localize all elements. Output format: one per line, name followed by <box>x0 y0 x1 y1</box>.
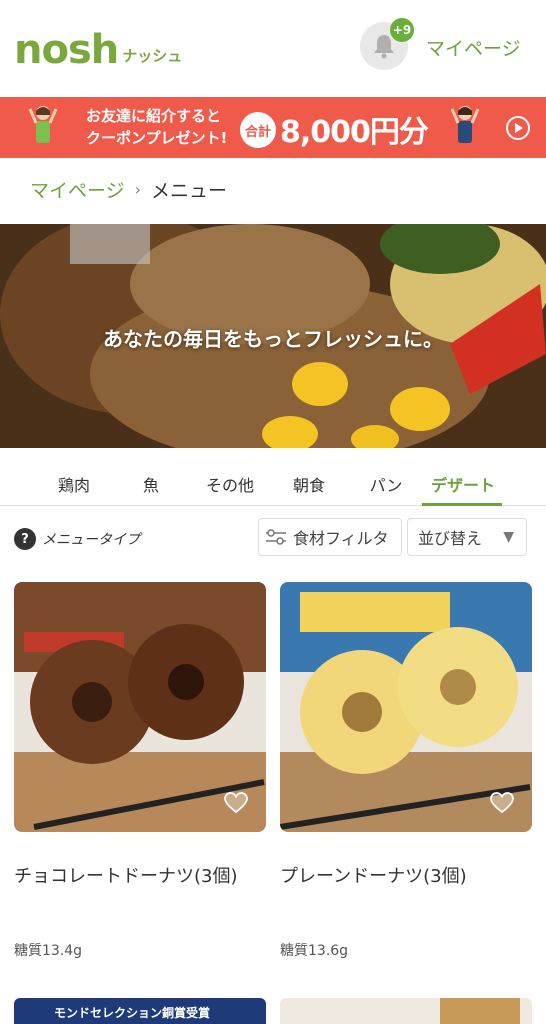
product-image <box>280 582 532 832</box>
sort-label: 並び替え <box>418 529 483 548</box>
product-carb: 糖質13.4g <box>14 943 83 959</box>
category-tabs: 鶏肉 魚 その他 朝食 パン デザート <box>0 458 546 506</box>
triangle-down-icon: ▼ <box>503 529 514 545</box>
referral-banner[interactable]: お友達に紹介すると クーポンプレゼント! 合計 8,000円分 <box>0 97 546 158</box>
logo-subtext: ナッシュ <box>122 47 183 65</box>
play-icon[interactable] <box>504 114 532 142</box>
person-illustration-icon <box>28 106 58 143</box>
heart-icon[interactable] <box>490 792 514 814</box>
logo-text: nosh <box>14 27 119 73</box>
tab-fish[interactable]: 魚 <box>136 472 166 496</box>
chevron-right-icon: › <box>134 180 142 199</box>
breadcrumb-current: メニュー <box>151 180 228 202</box>
menu-type-help[interactable]: ? メニュータイプ <box>14 528 140 550</box>
tab-dessert[interactable]: デザート <box>424 472 502 496</box>
banner-total-badge: 合計 <box>240 112 276 148</box>
active-tab-indicator <box>422 503 502 506</box>
app-header: nosh ナッシュ +9 マイページ <box>0 0 546 96</box>
tab-other[interactable]: その他 <box>202 472 258 496</box>
question-icon: ? <box>14 528 36 550</box>
tab-breakfast[interactable]: 朝食 <box>288 472 330 496</box>
person-illustration-icon <box>450 106 480 143</box>
banner-amount: 8,000円分 <box>280 115 429 150</box>
ingredient-filter-label: 食材フィルタ <box>293 529 389 548</box>
product-award-label: モンドセレクション銅賞受賞 <box>54 1006 211 1020</box>
hero-image: あなたの毎日をもっとフレッシュに。 <box>0 224 546 448</box>
sort-select[interactable]: 並び替え ▼ <box>407 518 527 556</box>
breadcrumb: マイページ › メニュー <box>30 176 227 203</box>
product-card-partial[interactable] <box>280 998 532 1024</box>
breadcrumb-mypage-link[interactable]: マイページ <box>30 176 125 203</box>
banner-line1: お友達に紹介すると <box>86 107 222 125</box>
product-card[interactable]: プレーンドーナツ(3個) 糖質13.6g <box>280 582 532 972</box>
nosh-logo[interactable]: nosh ナッシュ <box>14 26 182 70</box>
banner-message: お友達に紹介すると クーポンプレゼント! <box>86 105 227 149</box>
product-carb: 糖質13.6g <box>280 943 349 959</box>
notification-count-badge: +9 <box>390 18 414 42</box>
product-image-partial <box>440 998 520 1024</box>
hero-tagline: あなたの毎日をもっとフレッシュに。 <box>103 327 443 351</box>
menu-type-label: メニュータイプ <box>42 532 140 548</box>
mypage-link[interactable]: マイページ <box>426 34 521 61</box>
product-card-partial[interactable]: モンドセレクション銅賞受賞 <box>14 998 266 1024</box>
product-card[interactable]: チョコレートドーナツ(3個) 糖質13.4g <box>14 582 266 972</box>
tab-chicken[interactable]: 鶏肉 <box>52 472 96 496</box>
heart-icon[interactable] <box>224 792 248 814</box>
ingredient-filter-button[interactable]: 食材フィルタ <box>258 518 402 556</box>
banner-line2: クーポンプレゼント! <box>86 129 228 147</box>
filter-icon <box>266 529 286 545</box>
product-image <box>14 582 266 832</box>
tab-bread[interactable]: パン <box>366 472 406 496</box>
product-name[interactable]: プレーンドーナツ(3個) <box>280 862 467 888</box>
product-name[interactable]: チョコレートドーナツ(3個) <box>14 862 238 888</box>
